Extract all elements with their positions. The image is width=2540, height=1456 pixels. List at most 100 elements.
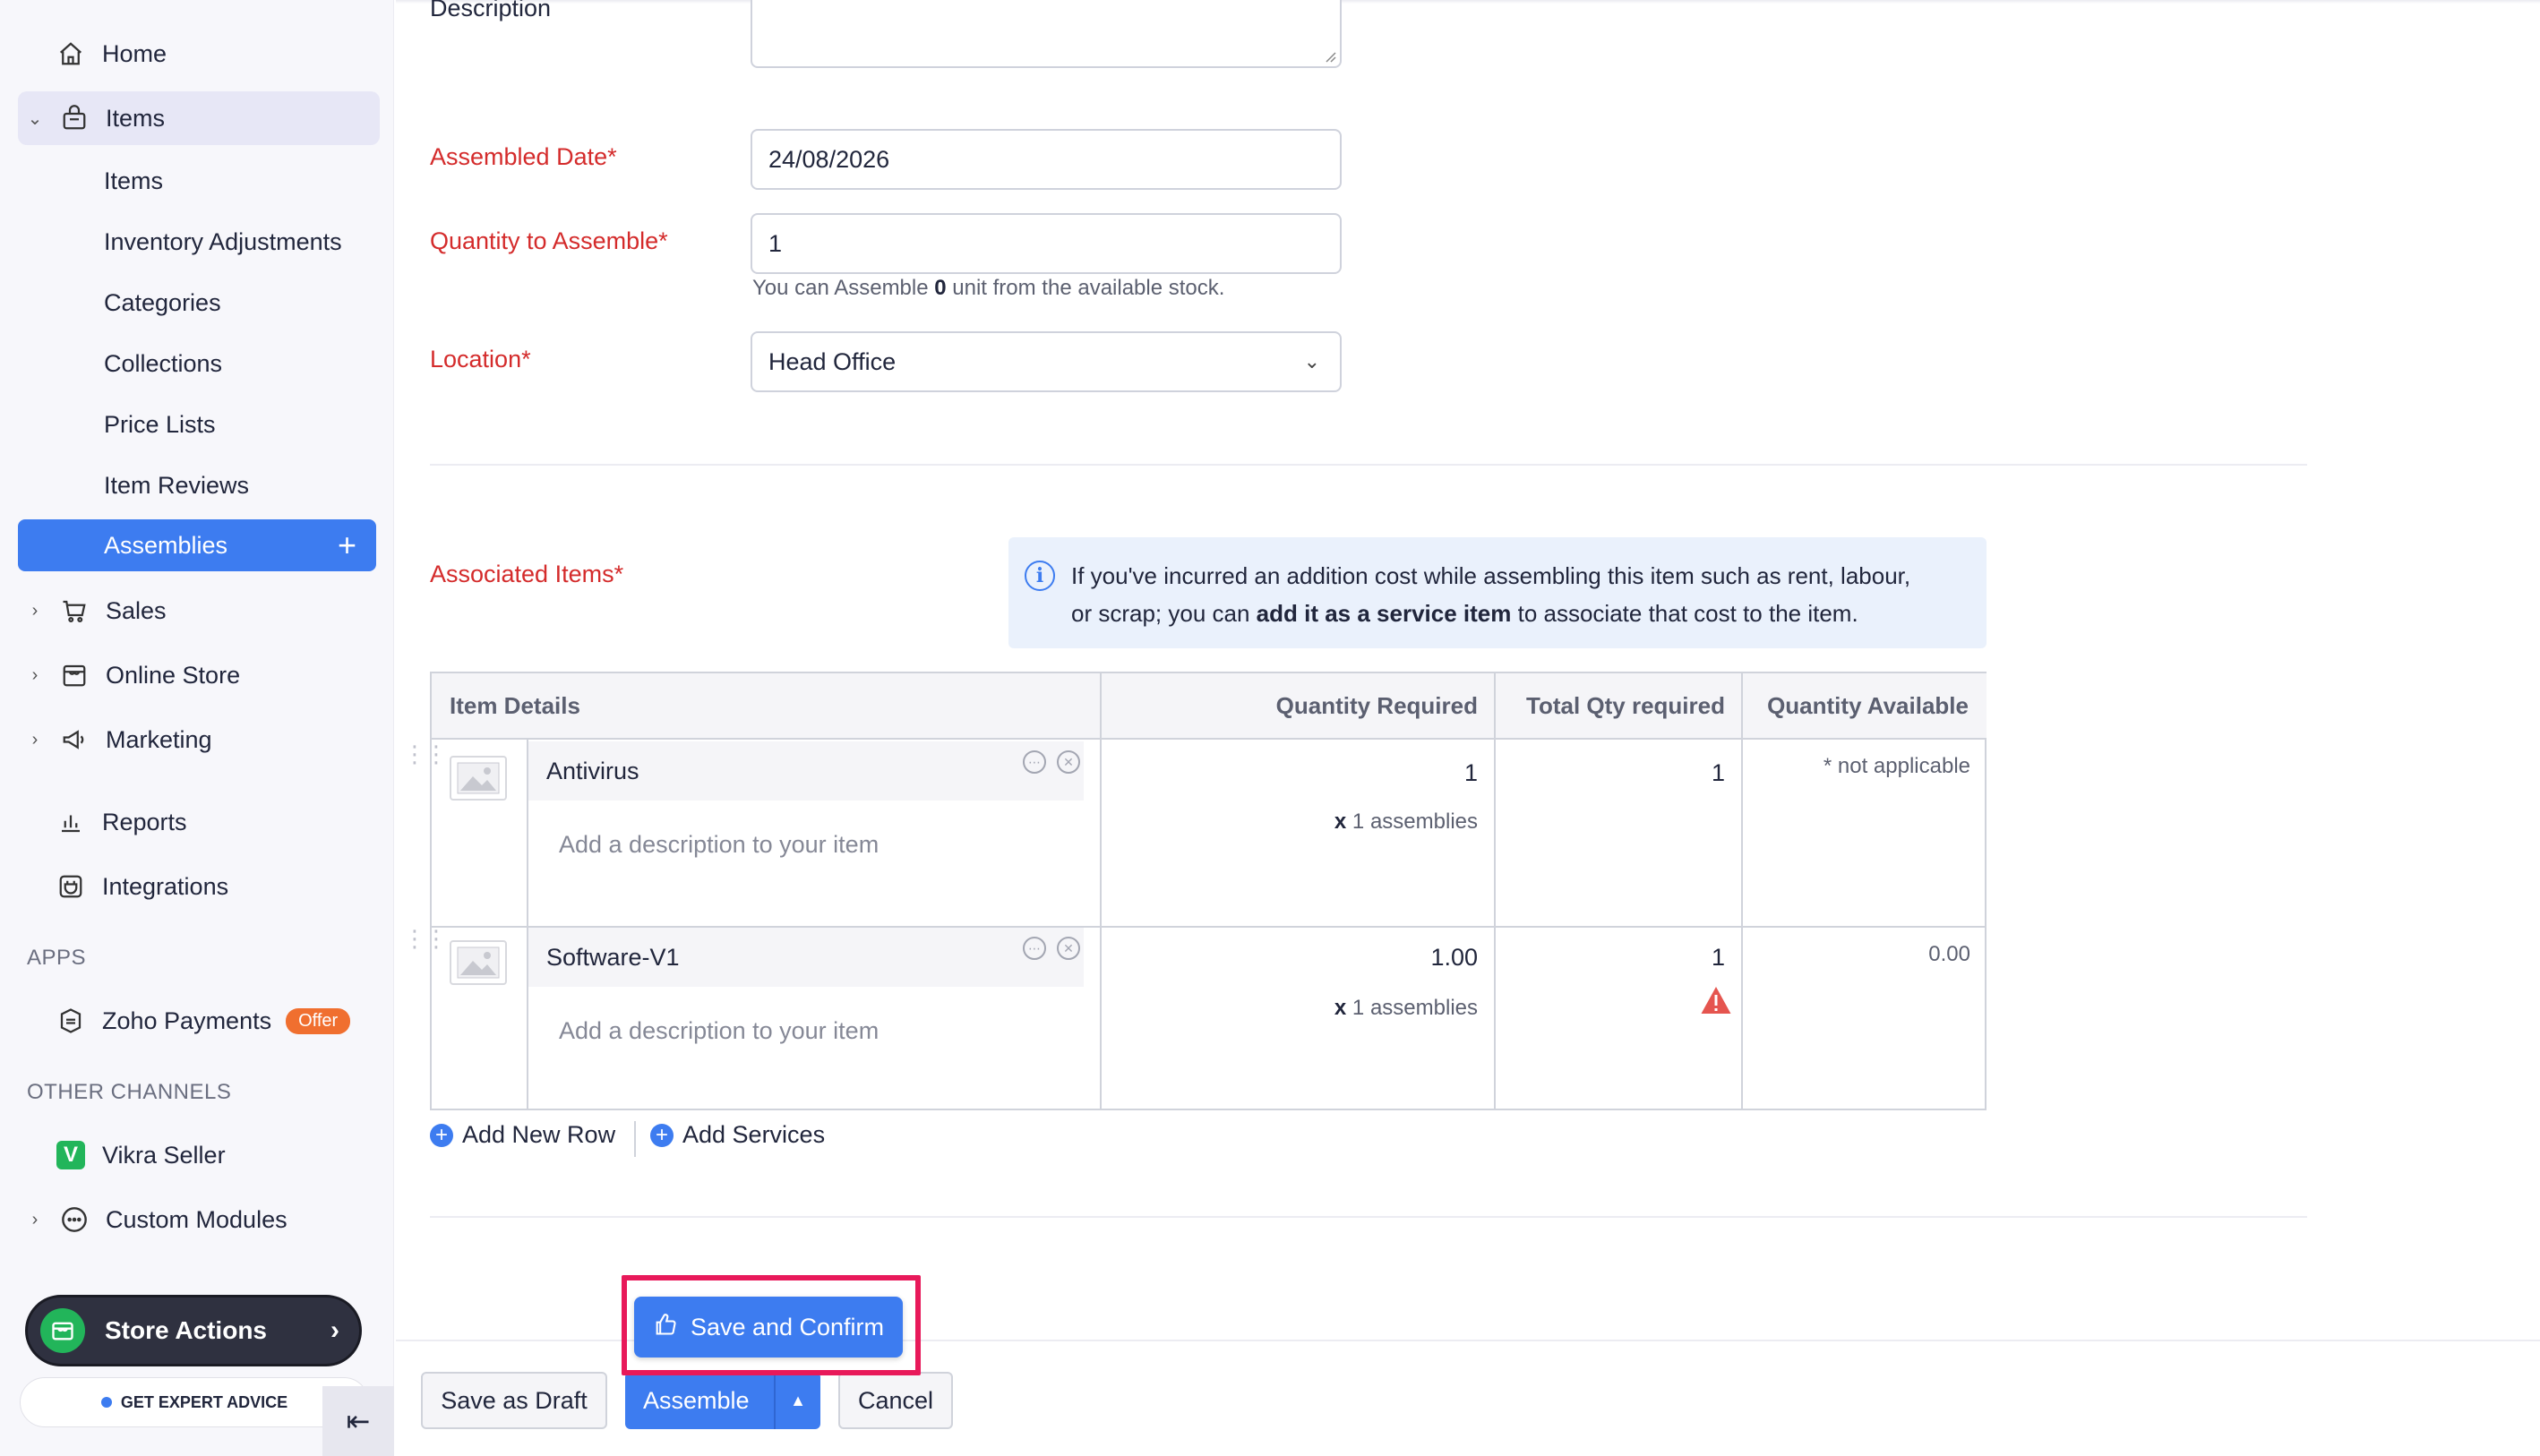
add-services-link[interactable]: + Add Services [650, 1121, 825, 1149]
drag-handle-icon[interactable]: ⋮⋮ [403, 742, 448, 766]
other-channels-heading: OTHER CHANNELS [27, 1080, 232, 1104]
more-options-icon[interactable]: ⋯ [1023, 937, 1046, 960]
thumbs-up-icon [653, 1312, 678, 1343]
cancel-button[interactable]: Cancel [838, 1372, 953, 1429]
assemblies-multiplier: x 1 assemblies [1334, 996, 1478, 1020]
chevron-right-icon: › [31, 1209, 39, 1229]
col-header-quantity-required: Quantity Required [1102, 673, 1496, 740]
chevron-right-icon: › [330, 1315, 339, 1345]
link-separator [634, 1121, 636, 1157]
sidebar-item-label: Assemblies [104, 531, 228, 559]
section-divider [430, 1216, 2307, 1218]
column-divider [1741, 673, 1743, 1109]
basket-icon [57, 101, 91, 135]
associated-items-label: Associated Items* [430, 561, 624, 587]
collapse-sidebar-icon[interactable]: ⇤ [322, 1386, 394, 1456]
info-line-2: or scrap; you can add it as a service it… [1071, 600, 1858, 627]
quantity-to-assemble-input[interactable]: 1 [751, 213, 1342, 274]
sidebar-subitem-items[interactable]: Items [104, 158, 163, 203]
plug-icon [54, 869, 88, 904]
plus-circle-icon: + [650, 1123, 674, 1147]
service-cost-info-box: i If you've incurred an addition cost wh… [1008, 537, 1987, 648]
sidebar-item-vikra-seller[interactable]: V Vikra Seller [18, 1128, 380, 1182]
storefront-icon [57, 658, 91, 692]
offer-badge: Offer [286, 1007, 351, 1034]
sidebar-subitem-inventory-adjustments[interactable]: Inventory Adjustments [104, 219, 342, 264]
location-value: Head Office [768, 347, 897, 375]
sidebar-subitem-categories[interactable]: Categories [104, 280, 221, 325]
home-icon [54, 37, 88, 71]
sidebar-item-custom-modules[interactable]: › Custom Modules [18, 1193, 380, 1246]
location-select[interactable]: Head Office ⌄ [751, 331, 1342, 392]
quantity-available-value: * not applicable [1823, 754, 1970, 778]
info-icon: i [1025, 561, 1055, 591]
sidebar-subitem-price-lists[interactable]: Price Lists [104, 402, 216, 447]
store-actions-button[interactable]: Store Actions › [25, 1295, 362, 1366]
sidebar-item-online-store[interactable]: › Online Store [18, 648, 380, 702]
remove-row-icon[interactable]: ✕ [1057, 937, 1080, 960]
quantity-to-assemble-label: Quantity to Assemble* [430, 227, 668, 254]
quantity-available-value: 0.00 [1928, 942, 1970, 966]
column-divider [1100, 673, 1102, 1109]
assembled-date-value: 24/08/2026 [768, 145, 890, 173]
sidebar-item-zoho-payments[interactable]: Zoho Payments Offer [18, 994, 380, 1048]
assemble-split-button: Assemble ▲ [625, 1372, 820, 1429]
sidebar-item-label: Custom Modules [106, 1205, 287, 1233]
save-as-draft-button[interactable]: Save as Draft [421, 1372, 607, 1429]
payments-icon [54, 1004, 88, 1038]
column-divider [1494, 673, 1496, 1109]
assemble-button[interactable]: Assemble [625, 1372, 774, 1429]
quantity-required-value[interactable]: 1 [1112, 759, 1478, 787]
sidebar-subitem-collections[interactable]: Collections [104, 341, 222, 386]
sidebar-subitem-item-reviews[interactable]: Item Reviews [104, 463, 249, 508]
sidebar-subitem-assemblies[interactable]: Assemblies + [18, 519, 376, 571]
description-label: Description [430, 0, 552, 21]
associated-items-table: Item Details Quantity Required Total Qty… [430, 672, 1987, 1110]
sidebar-item-label: Home [102, 39, 167, 67]
chevron-right-icon: › [31, 600, 39, 621]
sidebar-item-sales[interactable]: › Sales [18, 584, 380, 638]
sidebar-item-integrations[interactable]: Integrations [18, 860, 380, 913]
expert-advice-button[interactable]: GET EXPERT ADVICE [20, 1377, 369, 1427]
remove-row-icon[interactable]: ✕ [1057, 750, 1080, 774]
quantity-to-assemble-value: 1 [768, 229, 783, 257]
item-image-placeholder-icon[interactable] [450, 940, 507, 985]
quantity-required-value[interactable]: 1.00 [1112, 944, 1478, 972]
sidebar: Home ⌄ Items Items Inventory Adjustments… [0, 0, 394, 1456]
sidebar-item-home[interactable]: Home [18, 27, 380, 81]
sidebar-item-reports[interactable]: Reports [18, 795, 380, 849]
expert-advice-label: GET EXPERT ADVICE [120, 1392, 288, 1411]
description-textarea[interactable] [751, 0, 1342, 68]
save-and-confirm-button[interactable]: Save and Confirm [634, 1297, 903, 1358]
cart-icon [57, 594, 91, 628]
item-description-input[interactable]: Add a description to your item [559, 831, 879, 859]
col-header-quantity-available: Quantity Available [1743, 673, 1987, 740]
item-name[interactable]: Antivirus [546, 758, 639, 785]
chevron-right-icon: › [31, 729, 39, 749]
warning-triangle-icon[interactable] [1700, 985, 1732, 1020]
add-service-item-link[interactable]: add it as a service item [1257, 600, 1512, 627]
assembled-date-input[interactable]: 24/08/2026 [751, 129, 1342, 190]
apps-heading: APPS [27, 946, 87, 970]
add-new-row-link[interactable]: + Add New Row [430, 1121, 615, 1149]
top-divider [396, 0, 2540, 4]
resize-handle-icon[interactable] [1324, 50, 1336, 63]
col-header-total-qty-required: Total Qty required [1496, 673, 1743, 740]
sidebar-item-marketing[interactable]: › Marketing [18, 713, 380, 767]
drag-handle-icon[interactable]: ⋮⋮ [403, 927, 448, 950]
sidebar-item-label: Integrations [102, 872, 229, 900]
sidebar-item-label: Marketing [106, 725, 212, 753]
more-options-icon[interactable]: ⋯ [1023, 750, 1046, 774]
caret-up-icon[interactable]: ▲ [774, 1372, 820, 1429]
sidebar-item-label: Vikra Seller [102, 1141, 226, 1169]
chevron-down-icon: ⌄ [1303, 350, 1320, 373]
item-name[interactable]: Software-V1 [546, 944, 680, 972]
sidebar-item-items-group[interactable]: ⌄ Items [18, 91, 380, 145]
item-image-placeholder-icon[interactable] [450, 756, 507, 801]
add-assembly-plus-icon[interactable]: + [338, 527, 356, 564]
chevron-down-icon: ⌄ [27, 108, 43, 129]
info-line-1: If you've incurred an addition cost whil… [1071, 562, 1911, 589]
assembled-date-label: Assembled Date* [430, 143, 617, 170]
item-description-input[interactable]: Add a description to your item [559, 1017, 879, 1045]
sidebar-item-label: Sales [106, 596, 167, 624]
